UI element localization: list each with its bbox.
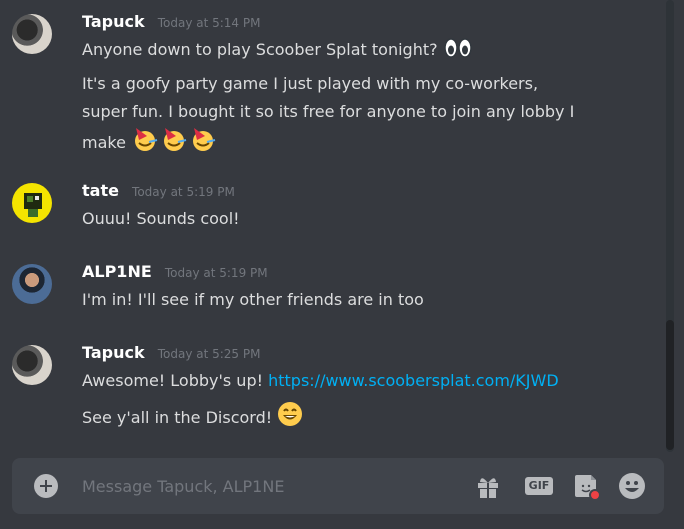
username[interactable]: Tapuck [82, 343, 145, 362]
message-list: Tapuck Today at 5:14 PM Anyone down to p… [0, 0, 684, 455]
message-text: Anyone down to play Scoober Splat tonigh… [82, 36, 642, 68]
emoji-button[interactable] [618, 472, 646, 500]
pixel-character-icon [24, 193, 42, 217]
scrollbar-thumb[interactable] [666, 320, 674, 450]
gift-icon [478, 478, 498, 498]
message-header: tate Today at 5:19 PM [82, 181, 235, 200]
message-text: Awesome! Lobby's up! https://www.scoober… [82, 367, 642, 395]
lobby-link[interactable]: https://www.scoobersplat.com/KJWD [268, 371, 559, 390]
upload-button[interactable] [34, 474, 58, 498]
username[interactable]: Tapuck [82, 12, 145, 31]
message-line: super fun. I bought it so its free for a… [82, 102, 575, 121]
partying-face-emoji-icon [131, 126, 219, 161]
message-line: I'm in! I'll see if my other friends are… [82, 290, 424, 309]
message-line: Anyone down to play Scoober Splat tonigh… [82, 40, 438, 59]
sticker-button[interactable] [572, 472, 601, 501]
message-header: ALP1NE Today at 5:19 PM [82, 262, 268, 281]
avatar[interactable] [12, 264, 52, 304]
grinning-face-emoji-icon [277, 401, 303, 436]
timestamp: Today at 5:14 PM [157, 16, 261, 30]
gift-button[interactable] [474, 472, 502, 500]
timestamp: Today at 5:25 PM [157, 347, 261, 361]
message-line: It's a goofy party game I just played wi… [82, 74, 539, 93]
message-header: Tapuck Today at 5:14 PM [82, 12, 260, 31]
gif-label: GIF [528, 479, 550, 492]
sticker-icon [575, 475, 601, 501]
message-line: make [82, 133, 126, 152]
username[interactable]: ALP1NE [82, 262, 152, 281]
notification-dot [589, 489, 601, 501]
message-composer: GIF [12, 458, 664, 514]
avatar[interactable] [12, 345, 52, 385]
message-line: See y'all in the Discord! [82, 408, 273, 427]
message-text: See y'all in the Discord! [82, 401, 642, 436]
smile-icon [619, 473, 645, 499]
message-header: Tapuck Today at 5:25 PM [82, 343, 260, 362]
gif-button[interactable]: GIF [524, 472, 554, 500]
scrollbar-track[interactable] [666, 0, 674, 452]
timestamp: Today at 5:19 PM [164, 266, 268, 280]
username[interactable]: tate [82, 181, 119, 200]
timestamp: Today at 5:19 PM [132, 185, 235, 199]
avatar[interactable] [12, 14, 52, 54]
message-line: Ouuu! Sounds cool! [82, 209, 240, 228]
eyes-emoji-icon [443, 37, 473, 68]
message-input[interactable] [82, 472, 462, 500]
avatar[interactable] [12, 183, 52, 223]
plus-circle-icon [40, 480, 52, 492]
message-line: Awesome! Lobby's up! [82, 371, 264, 390]
message-text: make [82, 126, 642, 161]
